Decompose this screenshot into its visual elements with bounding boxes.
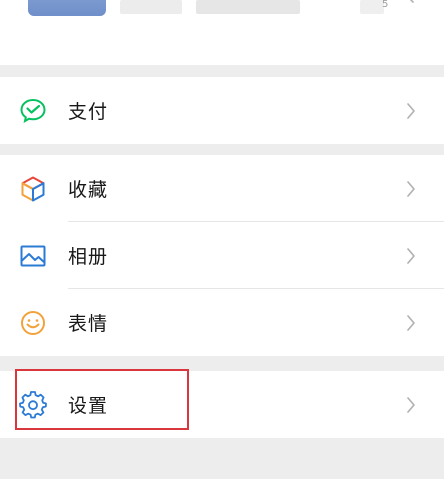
avatar[interactable] — [28, 0, 106, 16]
sticker-smile-icon — [21, 310, 45, 335]
menu-group-pay: 支付 — [0, 77, 444, 144]
blurred-qr — [360, 0, 384, 14]
profile-small-text: 5 — [382, 0, 389, 10]
menu-item-label: 设置 — [68, 395, 109, 417]
menu-item-label: 相册 — [68, 246, 109, 268]
blurred-nickname — [120, 0, 182, 14]
menu-item-settings[interactable]: 设置 — [0, 371, 444, 438]
favorites-cube-icon — [21, 176, 45, 201]
menu-item-label: 支付 — [68, 101, 109, 123]
chevron-right-icon — [407, 314, 415, 331]
menu-group-settings: 设置 — [0, 371, 444, 438]
album-image-icon — [20, 245, 46, 266]
blurred-wechat-id — [196, 0, 300, 14]
menu-item-album[interactable]: 相册 — [0, 222, 444, 289]
wechat-pay-icon — [20, 98, 46, 123]
chevron-right-icon — [407, 396, 415, 413]
chevron-right-icon — [407, 247, 415, 264]
chevron-right-icon — [409, 0, 414, 3]
chevron-right-icon — [407, 180, 415, 197]
menu-item-label: 表情 — [68, 313, 109, 335]
chevron-right-icon — [407, 102, 415, 119]
menu-item-favorites[interactable]: 收藏 — [0, 155, 444, 222]
menu-group-content: 收藏 相册 表情 — [0, 155, 444, 356]
profile-header[interactable]: 5 — [0, 0, 444, 65]
menu-item-stickers[interactable]: 表情 — [0, 289, 444, 356]
settings-gear-icon — [19, 390, 47, 418]
menu-item-pay[interactable]: 支付 — [0, 77, 444, 144]
menu-item-label: 收藏 — [68, 179, 109, 201]
